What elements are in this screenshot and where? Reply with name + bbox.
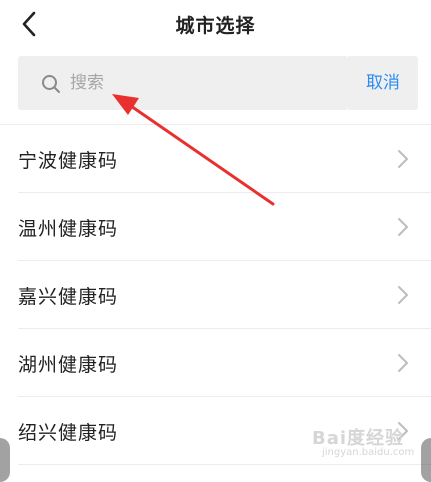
city-item-ningbo[interactable]: 宁波健康码	[0, 125, 431, 193]
city-list: 宁波健康码 温州健康码 嘉兴健康码 湖州健康码 绍兴健康码	[0, 125, 431, 465]
search-bar: 取消	[0, 56, 431, 110]
left-edge-handle	[0, 438, 10, 482]
chevron-right-icon	[398, 354, 408, 372]
header: 城市选择	[0, 0, 431, 48]
city-item-jiaxing[interactable]: 嘉兴健康码	[0, 261, 431, 329]
right-edge-handle	[421, 438, 431, 482]
cancel-button[interactable]: 取消	[348, 56, 418, 110]
city-name: 绍兴健康码	[18, 422, 119, 444]
city-name: 湖州健康码	[18, 354, 119, 376]
chevron-right-icon	[398, 218, 408, 236]
city-item-huzhou[interactable]: 湖州健康码	[0, 329, 431, 397]
chevron-right-icon	[398, 286, 408, 304]
chevron-right-icon	[398, 150, 408, 168]
city-name: 宁波健康码	[18, 150, 119, 172]
city-name: 温州健康码	[18, 218, 119, 240]
city-name: 嘉兴健康码	[18, 286, 119, 308]
watermark-url: jingyan.baidu.com	[322, 447, 415, 458]
search-field[interactable]	[18, 56, 348, 110]
search-input[interactable]	[70, 69, 330, 97]
search-icon	[42, 75, 60, 93]
city-item-wenzhou[interactable]: 温州健康码	[0, 193, 431, 261]
page-title: 城市选择	[175, 15, 256, 37]
